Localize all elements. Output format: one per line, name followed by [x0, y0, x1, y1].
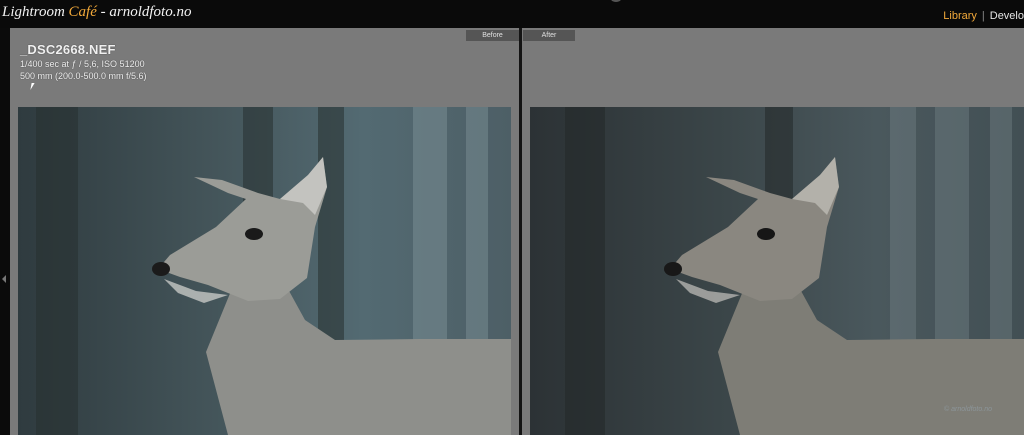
brand-name: Lightroom: [2, 4, 65, 20]
before-deer-image: [36, 107, 511, 435]
after-label: After: [523, 30, 575, 41]
after-photo[interactable]: © arnoldfoto.no: [530, 107, 1024, 435]
photo-watermark: © arnoldfoto.no: [944, 406, 992, 413]
photo-info-overlay: _DSC2668.NEF 1/400 sec at ƒ / 5,6, ISO 5…: [20, 42, 147, 81]
module-library[interactable]: Library: [943, 10, 977, 22]
after-deer-image: [565, 107, 1024, 435]
module-develop[interactable]: Develo: [990, 10, 1024, 22]
photo-exposure: 1/400 sec at ƒ / 5,6, ISO 51200: [20, 59, 145, 69]
before-photo[interactable]: [18, 107, 511, 435]
brand-site: - arnoldfoto.no: [96, 4, 192, 20]
module-picker: Library | Develo: [943, 10, 1024, 22]
brand-cafe: Café: [68, 4, 97, 20]
photo-filename: _DSC2668.NEF: [20, 42, 116, 57]
left-panel-toggle[interactable]: [0, 28, 10, 435]
top-bar: Lightroom Café - arnoldfoto.no Library | D…: [0, 0, 1024, 28]
left-panel-arrow-icon[interactable]: [2, 275, 6, 283]
photo-lens: 500 mm (200.0-500.0 mm f/5.6): [20, 71, 147, 81]
brand-logo: Lightroom Café - arnoldfoto.no: [2, 4, 191, 21]
before-label: Before: [466, 30, 519, 41]
top-notch: [611, 0, 621, 2]
module-separator: |: [981, 10, 985, 22]
